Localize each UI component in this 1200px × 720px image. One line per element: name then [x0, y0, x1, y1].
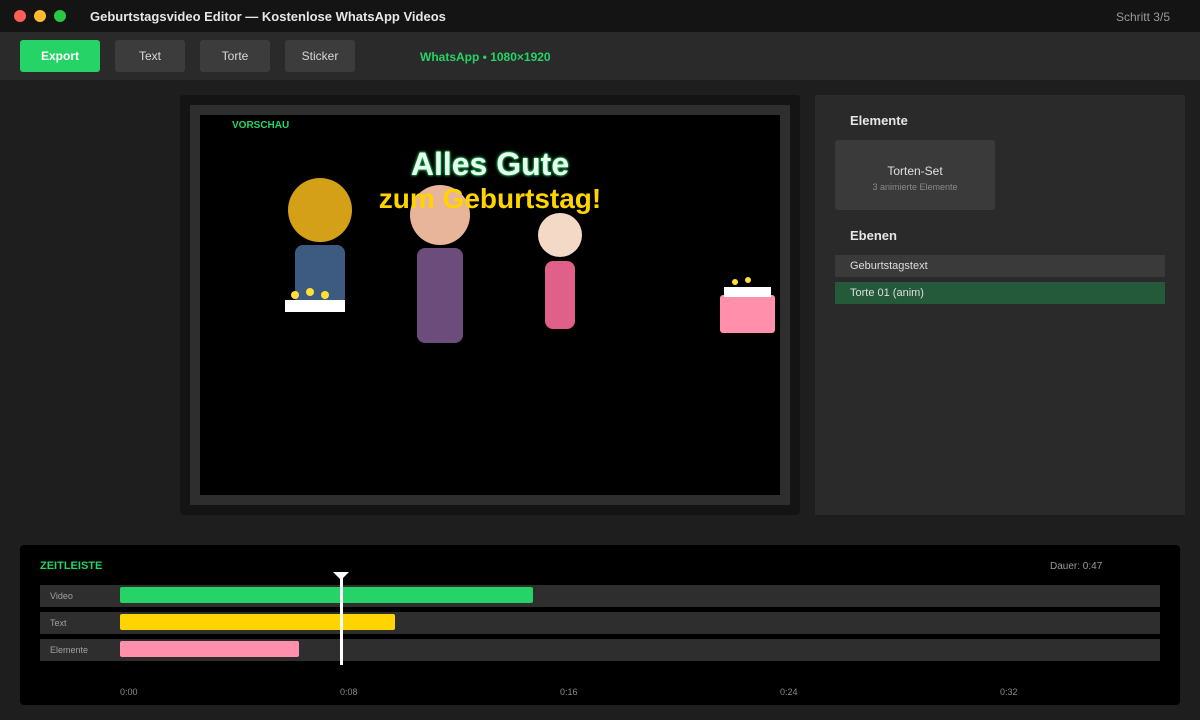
candle-flame: [291, 291, 299, 299]
close-window-button[interactable]: [14, 10, 26, 22]
minimize-window-button[interactable]: [34, 10, 46, 22]
timeline-label: ZEITLEISTE: [40, 560, 103, 572]
candle-flame: [321, 291, 329, 299]
cake-set-card[interactable]: Torten-Set 3 animierte Elemente: [835, 140, 995, 210]
export-button[interactable]: Export: [20, 40, 100, 72]
track-elements: Elemente: [40, 639, 1160, 661]
duration-label: Dauer: 0:47: [1050, 561, 1103, 572]
side-panel: Elemente Torten-Set 3 animierte Elemente…: [815, 95, 1185, 515]
cake-top-layer: [724, 287, 771, 297]
track-label: Elemente: [50, 645, 89, 655]
toolbar: Export Text Torte Sticker WhatsApp • 108…: [0, 32, 1200, 80]
elements-heading: Elemente: [850, 113, 908, 128]
time-tick: 0:16: [560, 687, 578, 697]
add-sticker-button[interactable]: Sticker: [285, 40, 355, 72]
time-tick: 0:00: [120, 687, 138, 697]
track-label: Text: [50, 618, 67, 628]
greeting-title-line1[interactable]: Alles Gute: [200, 146, 780, 183]
time-tick: 0:32: [1000, 687, 1018, 697]
layer-item-birthday-text[interactable]: Geburtstagstext: [835, 255, 1165, 277]
add-text-button[interactable]: Text: [115, 40, 185, 72]
small-cake: [285, 300, 345, 312]
time-tick: 0:08: [340, 687, 358, 697]
track-label: Video: [50, 591, 73, 601]
person-left-body: [295, 245, 345, 305]
window-title: Geburtstagsvideo Editor — Kostenlose Wha…: [90, 9, 446, 24]
candle-flame: [306, 288, 314, 296]
person-right-body: [545, 261, 575, 329]
maximize-window-button[interactable]: [54, 10, 66, 22]
clip-text[interactable]: [120, 614, 395, 630]
candle-flame: [745, 277, 751, 283]
timeline-panel: ZEITLEISTE Dauer: 0:47 Video Text Elemen…: [20, 545, 1180, 705]
layer-item-cake[interactable]: Torte 01 (anim): [835, 282, 1165, 304]
add-cake-button[interactable]: Torte: [200, 40, 270, 72]
step-indicator: Schritt 3/5: [1115, 10, 1170, 24]
greeting-title-line2[interactable]: zum Geburtstag!: [200, 183, 780, 215]
candle-flame: [732, 279, 738, 285]
cake-set-subtitle: 3 animierte Elemente: [872, 182, 958, 192]
track-video: Video: [40, 585, 1160, 607]
preview-panel: VORSCHAU Alles Gute zum Geburtstag!: [180, 95, 800, 515]
person-right-head: [538, 213, 582, 257]
cake-sticker[interactable]: [720, 295, 775, 333]
time-tick: 0:24: [780, 687, 798, 697]
preview-label: VORSCHAU: [232, 120, 290, 131]
playhead[interactable]: [340, 577, 343, 665]
format-label: WhatsApp • 1080×1920: [420, 50, 551, 64]
preview-canvas[interactable]: VORSCHAU Alles Gute zum Geburtstag!: [200, 115, 780, 495]
preview-frame: VORSCHAU Alles Gute zum Geburtstag!: [190, 105, 790, 505]
title-bar: Geburtstagsvideo Editor — Kostenlose Wha…: [0, 0, 1200, 32]
person-center-body: [417, 248, 463, 343]
track-text: Text: [40, 612, 1160, 634]
clip-video[interactable]: [120, 587, 533, 603]
clip-elements[interactable]: [120, 641, 299, 657]
cake-set-title: Torten-Set: [887, 164, 943, 178]
layers-heading: Ebenen: [850, 228, 897, 243]
